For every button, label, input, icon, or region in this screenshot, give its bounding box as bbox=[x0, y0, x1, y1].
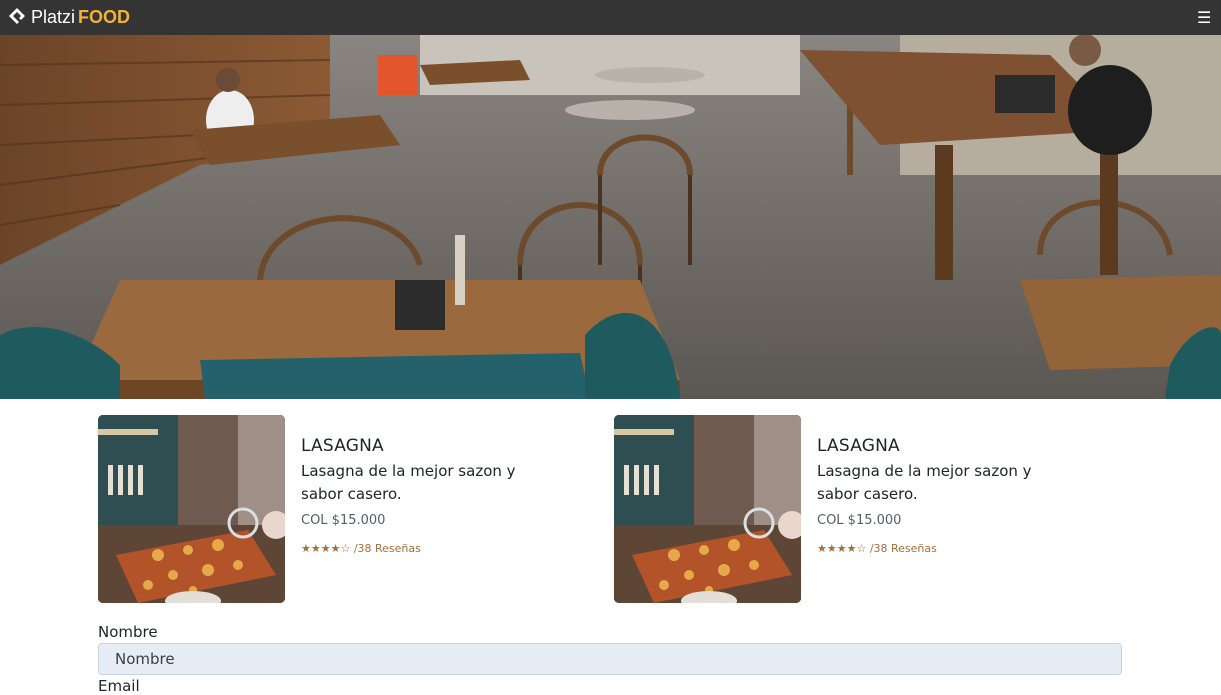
card-title: LASAGNA bbox=[817, 436, 900, 456]
rating-stars: ★★★★☆ bbox=[817, 542, 867, 555]
name-input[interactable] bbox=[98, 643, 1122, 675]
card-price: COL $15.000 bbox=[301, 513, 386, 528]
navbar: Platzi FOOD ☰ bbox=[0, 0, 1221, 35]
brand-logo[interactable]: Platzi FOOD bbox=[6, 6, 130, 28]
card-description: Lasagna de la mejor sazon y sabor casero… bbox=[301, 462, 516, 503]
card-price: COL $15.000 bbox=[817, 513, 902, 528]
card-rating: ★★★★☆ /38 Reseñas bbox=[301, 542, 421, 555]
rating-stars: ★★★★☆ bbox=[301, 542, 351, 555]
card-image[interactable] bbox=[614, 415, 801, 603]
food-card[interactable]: LASAGNA Lasagna de la mejor sazon y sabo… bbox=[614, 415, 1054, 603]
brand-highlight: FOOD bbox=[78, 7, 131, 27]
brand-name: Platzi bbox=[31, 7, 76, 27]
platzi-logo-icon bbox=[9, 8, 25, 24]
card-image[interactable] bbox=[98, 415, 285, 603]
hamburger-icon[interactable]: ☰ bbox=[1197, 8, 1211, 28]
food-card[interactable]: LASAGNA Lasagna de la mejor sazon y sabo… bbox=[98, 415, 538, 603]
card-description: Lasagna de la mejor sazon y sabor casero… bbox=[817, 462, 1032, 503]
review-count[interactable]: /38 Reseñas bbox=[354, 542, 421, 555]
email-label: Email bbox=[98, 677, 140, 695]
card-rating: ★★★★☆ /38 Reseñas bbox=[817, 542, 937, 555]
name-label: Nombre bbox=[98, 623, 158, 641]
card-title: LASAGNA bbox=[301, 436, 384, 456]
hero-image bbox=[0, 35, 1221, 399]
review-count[interactable]: /38 Reseñas bbox=[870, 542, 937, 555]
